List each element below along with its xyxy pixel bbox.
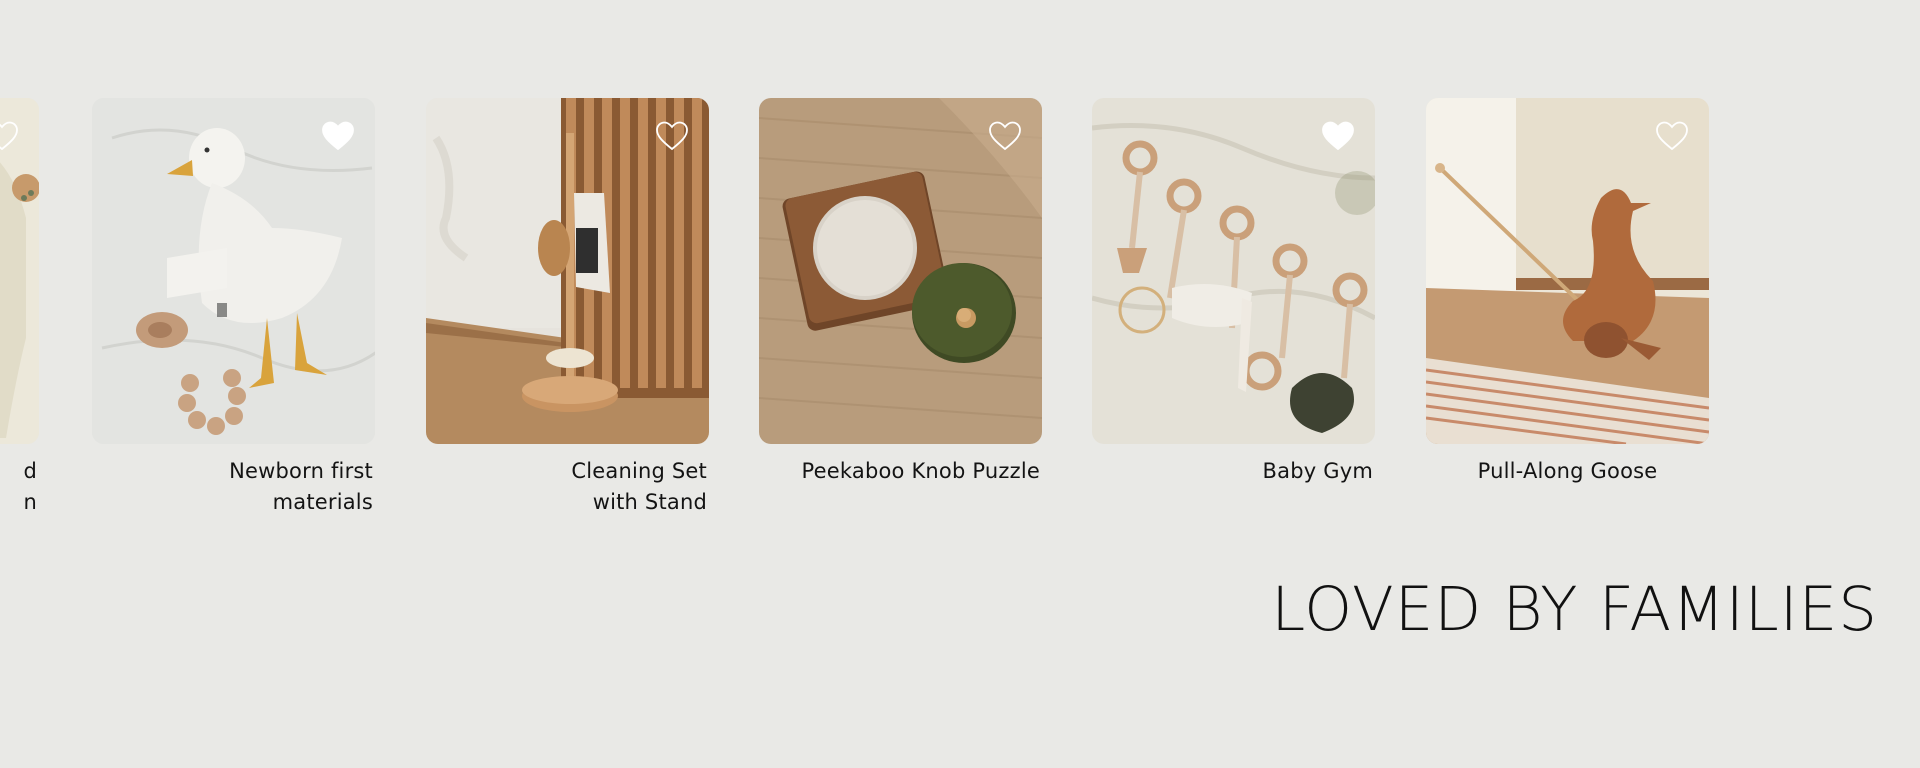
product-name[interactable]: Peekaboo Knob Puzzle (759, 456, 1042, 487)
caption-line: d (23, 459, 37, 483)
caption-line: n (23, 490, 37, 514)
product-image[interactable] (0, 98, 39, 444)
favorite-heart-icon[interactable] (655, 120, 689, 152)
favorite-heart-icon[interactable] (1321, 120, 1355, 152)
section-heading: LOVED BY FAMILIES (1271, 574, 1878, 645)
product-name[interactable]: Newborn first materials (92, 456, 375, 518)
product-image[interactable] (426, 98, 709, 444)
product-image[interactable] (1092, 98, 1375, 444)
product-card[interactable]: d n (0, 98, 39, 518)
product-carousel-section: d n Newborn first materials Cleaning Set… (0, 0, 1920, 768)
product-card-pull-along-goose[interactable]: Pull-Along Goose (1426, 98, 1709, 487)
product-name[interactable]: Pull-Along Goose (1426, 456, 1709, 487)
favorite-heart-icon[interactable] (1655, 120, 1689, 152)
product-name[interactable]: Cleaning Set with Stand (426, 456, 709, 518)
product-card-newborn-first-materials[interactable]: Newborn first materials (92, 98, 375, 518)
product-card-peekaboo-knob-puzzle[interactable]: Peekaboo Knob Puzzle (759, 98, 1042, 487)
favorite-heart-icon[interactable] (0, 120, 19, 152)
product-image[interactable] (759, 98, 1042, 444)
product-image[interactable] (92, 98, 375, 444)
product-image[interactable] (1426, 98, 1709, 444)
product-card-cleaning-set[interactable]: Cleaning Set with Stand (426, 98, 709, 518)
product-card-baby-gym[interactable]: Baby Gym (1092, 98, 1375, 487)
favorite-heart-icon[interactable] (321, 120, 355, 152)
product-caption-partial: d n (0, 456, 39, 518)
product-name[interactable]: Baby Gym (1092, 456, 1375, 487)
favorite-heart-icon[interactable] (988, 120, 1022, 152)
